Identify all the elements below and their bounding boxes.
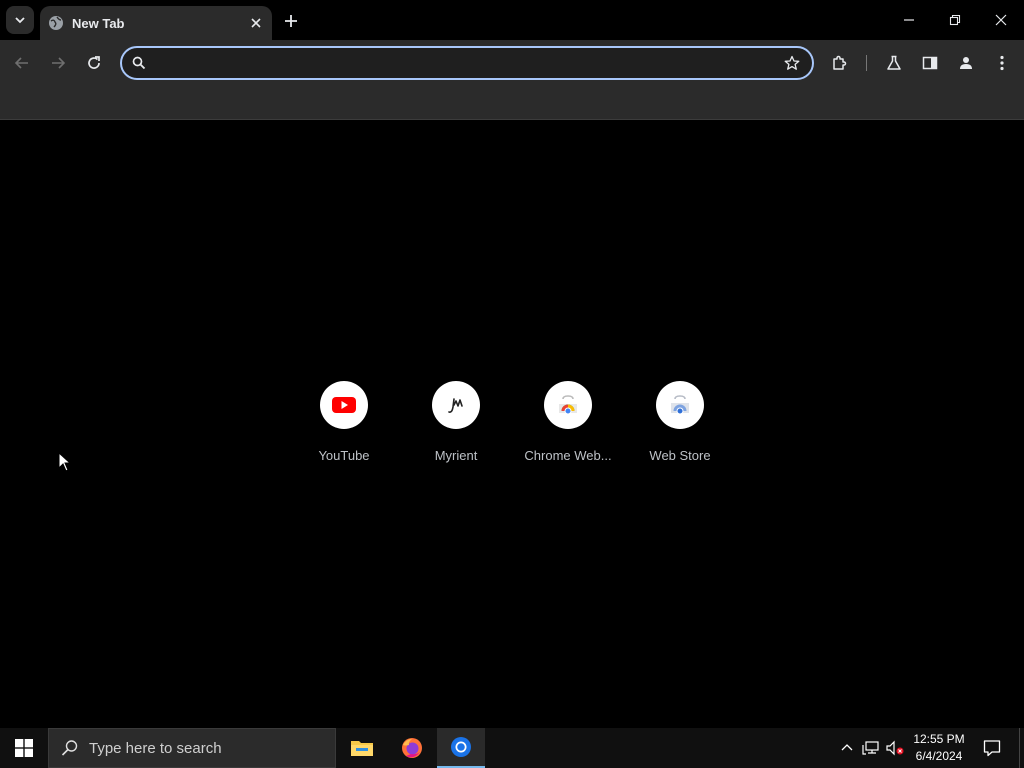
shortcut-icon-container <box>544 381 592 429</box>
chrome-web-store-icon <box>559 395 577 415</box>
search-icon <box>61 740 78 756</box>
flask-icon <box>887 55 901 70</box>
file-explorer-icon <box>351 741 373 756</box>
shortcut-icon-container <box>320 381 368 429</box>
shortcut-web-store[interactable]: Web Store <box>624 376 736 466</box>
shortcut-label: YouTube <box>318 448 370 463</box>
youtube-icon <box>332 397 356 413</box>
new-tab-button[interactable] <box>278 8 304 34</box>
reload-button[interactable] <box>80 49 108 77</box>
bookmark-star-button[interactable] <box>778 49 806 77</box>
side-panel-icon <box>922 56 938 70</box>
forward-button[interactable] <box>44 49 72 77</box>
new-tab-page: YouTube Myrient Chrome Web... Web Store <box>0 121 1024 728</box>
shortcut-chrome-web-store[interactable]: Chrome Web... <box>512 376 624 466</box>
minimize-icon <box>904 19 914 21</box>
clock-date: 6/4/2024 <box>915 749 963 763</box>
volume-button[interactable] <box>885 738 905 758</box>
search-icon <box>132 56 146 70</box>
shortcut-label: Chrome Web... <box>524 448 612 463</box>
close-icon <box>995 14 1007 26</box>
start-button[interactable] <box>0 728 48 768</box>
restore-icon <box>949 14 961 26</box>
shortcut-myrient[interactable]: Myrient <box>400 376 512 466</box>
shortcut-icon-container <box>656 381 704 429</box>
taskbar-clock[interactable]: 12:55 PM 6/4/2024 <box>906 731 972 765</box>
account-icon <box>960 57 972 69</box>
mouse-cursor-icon <box>58 452 72 472</box>
toolbar-separator <box>866 55 867 71</box>
minimize-button[interactable] <box>886 0 932 40</box>
menu-button[interactable] <box>988 49 1016 77</box>
show-desktop-button[interactable] <box>1019 728 1024 768</box>
plus-icon <box>285 15 297 27</box>
restore-button[interactable] <box>932 0 978 40</box>
globe-icon <box>49 16 63 30</box>
windows-logo-icon <box>15 739 33 757</box>
shortcut-youtube[interactable]: YouTube <box>288 376 400 466</box>
shortcut-icon-container <box>432 381 480 429</box>
network-button[interactable] <box>861 738 881 758</box>
chevron-up-icon <box>841 744 853 751</box>
puzzle-icon <box>833 55 847 70</box>
chrome-icon <box>451 737 471 757</box>
taskbar-file-explorer[interactable] <box>338 728 386 768</box>
myrient-icon <box>448 398 463 413</box>
taskbar-firefox[interactable] <box>388 728 436 768</box>
taskbar: Type here to search 12:55 PM 6/4/2024 <box>0 728 1024 768</box>
tab-new-tab[interactable]: New Tab <box>40 6 272 40</box>
extensions-button[interactable] <box>826 49 854 77</box>
profile-button[interactable] <box>952 49 980 77</box>
reload-icon <box>88 56 100 69</box>
volume-muted-icon <box>886 740 904 756</box>
close-icon <box>251 18 261 28</box>
arrow-right-icon <box>52 57 66 69</box>
show-hidden-icons-button[interactable] <box>837 738 857 758</box>
tab-search-button[interactable] <box>6 6 34 34</box>
firefox-icon <box>402 738 422 758</box>
bookmarks-bar <box>0 86 1024 120</box>
tab-close-button[interactable] <box>244 11 268 35</box>
toolbar <box>0 40 1024 86</box>
notification-icon <box>983 740 1001 757</box>
network-icon <box>862 741 879 755</box>
chevron-down-icon <box>15 17 25 24</box>
side-panel-button[interactable] <box>916 49 944 77</box>
shortcut-label: Web Store <box>649 448 711 463</box>
tab-title: New Tab <box>72 15 125 31</box>
arrow-left-icon <box>14 57 28 69</box>
back-button[interactable] <box>8 49 36 77</box>
address-bar[interactable] <box>120 46 814 80</box>
more-vert-icon <box>1000 55 1004 71</box>
action-center-button[interactable] <box>980 728 1004 768</box>
labs-button[interactable] <box>880 49 908 77</box>
taskbar-chrome[interactable] <box>437 728 485 768</box>
shortcut-label: Myrient <box>434 448 478 463</box>
address-input[interactable] <box>156 49 778 77</box>
star-icon <box>784 55 800 70</box>
screen: New Tab YouTube Myrient Chrome Web... We… <box>0 0 1024 768</box>
web-store-icon <box>671 395 689 415</box>
tab-strip: New Tab <box>0 0 1024 40</box>
clock-time: 12:55 PM <box>913 732 965 746</box>
taskbar-search-placeholder: Type here to search <box>89 739 222 757</box>
close-window-button[interactable] <box>978 0 1024 40</box>
taskbar-search-box[interactable]: Type here to search <box>48 728 336 768</box>
